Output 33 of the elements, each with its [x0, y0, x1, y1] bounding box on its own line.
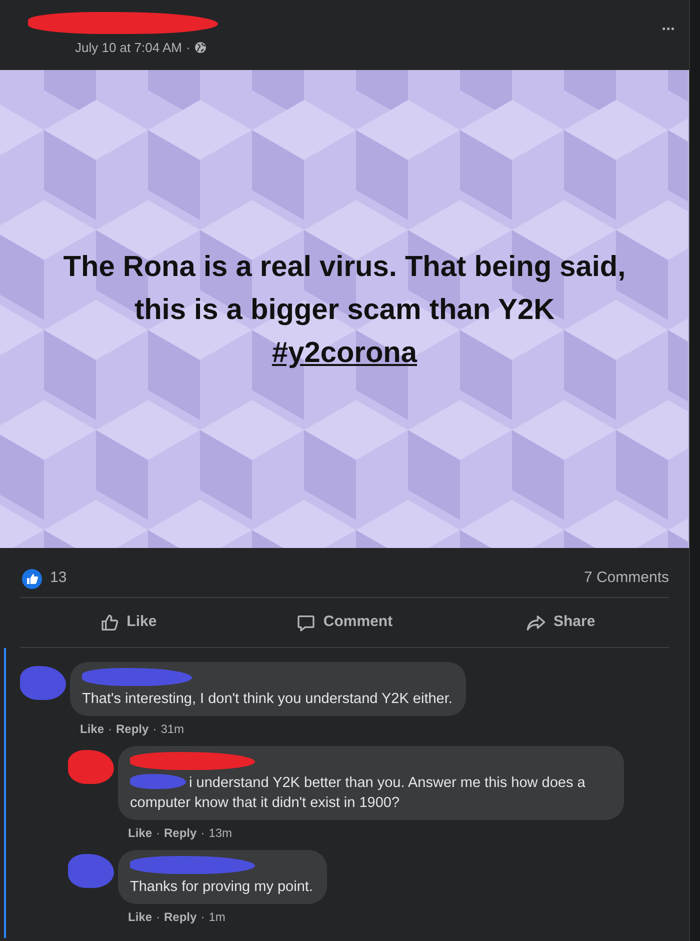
- separator: ·: [186, 39, 190, 57]
- separator: ·: [200, 909, 205, 926]
- comment-text: i understand Y2K better than you. Answer me this how does a computer know that it didn't exist in 1900?: [130, 773, 586, 813]
- separator: ·: [156, 825, 160, 842]
- separator: ·: [108, 721, 112, 738]
- share-button[interactable]: Share: [452, 605, 669, 640]
- hashtag-link[interactable]: #y2corona: [272, 337, 418, 369]
- share-icon: [526, 612, 546, 632]
- separator: ·: [152, 721, 157, 738]
- comment-text: That's interesting, I don't think you understand Y2K either.: [82, 690, 452, 709]
- separator: ·: [156, 909, 160, 926]
- comment-button[interactable]: Comment: [236, 605, 453, 640]
- comment-time[interactable]: 1m: [208, 908, 226, 926]
- like-link[interactable]: Like: [128, 824, 152, 842]
- separator: ·: [200, 825, 205, 842]
- timestamp[interactable]: July 10 at 7:04 AM: [75, 38, 182, 58]
- comment-time[interactable]: 13m: [208, 824, 232, 842]
- comment-time[interactable]: 31m: [160, 720, 184, 738]
- reply-link[interactable]: Reply: [164, 908, 197, 926]
- like-reaction-icon: [22, 568, 42, 588]
- like-button[interactable]: Like: [20, 605, 236, 640]
- post-text: The Rona is a real virus. That being said, this is a bigger scam than Y2K: [62, 250, 627, 328]
- like-link[interactable]: Like: [128, 908, 152, 926]
- reply-link[interactable]: Reply: [164, 824, 197, 842]
- comment-icon: [296, 612, 316, 632]
- reply-link[interactable]: Reply: [116, 720, 149, 738]
- more-button[interactable]: ...: [662, 16, 675, 36]
- globe-icon: [194, 41, 208, 54]
- reaction-count[interactable]: 13: [50, 567, 67, 590]
- comments-count[interactable]: 7 Comments: [584, 567, 669, 590]
- like-link[interactable]: Like: [80, 720, 104, 738]
- like-icon: [100, 612, 120, 632]
- comment-text: Thanks for proving my point.: [130, 878, 313, 897]
